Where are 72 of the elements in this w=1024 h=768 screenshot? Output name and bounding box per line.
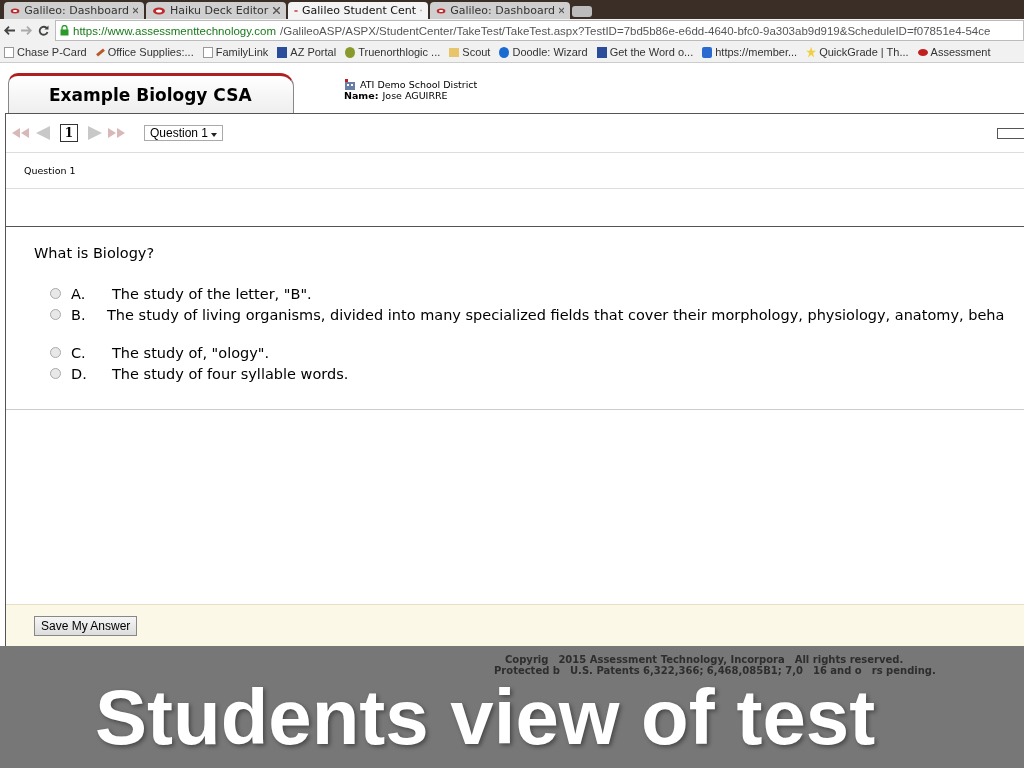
student-name: Jose AGUIRRE [382,90,448,101]
browser-tab[interactable]: Galileo: Dashboard [430,2,570,19]
bookmark-link[interactable]: Get the Word o... [596,46,694,58]
bookmark-link[interactable]: FamilyLink [202,46,269,58]
tab-title: Galileo: Dashboard [450,4,555,17]
bookmark-icon [702,46,713,58]
bookmark-icon [449,47,460,57]
answer-text: The study of four syllable words. [112,365,349,382]
bookmark-link[interactable]: Assessment [917,46,991,58]
copyright-text: 2015 Assessment Technology, Incorpora [558,654,785,665]
bookmark-link[interactable]: Chase P-Card [4,46,87,58]
answer-letter: C. [71,344,87,361]
bookmark-link[interactable]: Doodle: Wizard [499,46,588,58]
bookmark-icon [917,48,928,56]
last-icon[interactable] [108,128,126,138]
answer-text: The study of the letter, "B". [112,285,312,302]
answer-text: The study of, "ology". [112,344,270,361]
bookmark-link[interactable]: https://member... [702,46,798,58]
copyright-text: Protected b [494,665,560,676]
save-answer-button[interactable]: Save My Answer [34,615,138,636]
copyright-text: U.S. Patents 6,322,366; 6,468,085B1; 7,0 [570,665,803,676]
name-label: Name: [344,90,379,101]
tab-title: Galileo Student Cent [302,4,416,17]
tab-favicon-icon [152,5,166,16]
reload-icon[interactable] [38,25,49,36]
answer-letter: D. [71,365,88,382]
bookmark-icon [345,46,356,58]
answer-radio[interactable] [50,309,61,320]
bookmark-link[interactable]: Office Supplies:... [95,46,194,58]
district-name: ATI Demo School District [360,79,478,90]
tab-title: Galileo: Dashboard [24,4,129,17]
tab-close-icon[interactable] [132,7,138,14]
lock-icon [60,25,69,36]
first-icon[interactable] [12,128,30,138]
bookmark-icon [202,46,213,58]
page-number[interactable]: 1 [60,124,78,142]
browser-tab[interactable]: Haiku Deck Editor [146,2,286,19]
bookmark-link[interactable]: Scout [449,46,491,58]
question-dropdown[interactable]: Question 1 [144,125,224,141]
tab-close-icon[interactable] [558,7,564,14]
back-icon[interactable] [4,26,15,35]
tab-title: Haiku Deck Editor [170,4,269,17]
answer-letter: A. [71,285,87,302]
browser-tab[interactable]: Galileo Student Cent [288,2,428,19]
bookmark-link[interactable]: QuickGrade | Th... [806,46,909,58]
bookmark-link[interactable]: Truenorthlogic ... [345,46,441,58]
dropdown-caret-icon [211,133,218,137]
previous-icon[interactable] [36,126,50,140]
answer-text: The study of living organisms, divided into many specialized fields that cover their morphology, physiology, anatomy, beha [107,306,1005,323]
copyright-text: 16 and o [812,665,862,676]
answer-radio[interactable] [50,347,61,358]
bookmark-icon [596,46,607,58]
bookmark-icon [4,46,14,58]
browser-tab[interactable]: Galileo: Dashboard [4,2,144,19]
question-text: What is Biology? [34,245,156,261]
bookmark-icon [95,47,105,57]
answer-radio[interactable] [50,368,61,379]
school-icon [344,79,356,90]
copyright-text: Copyrig [505,654,549,665]
bookmark-icon [277,46,288,58]
bookmark-link[interactable]: AZ Portal [277,46,337,58]
copyright-text: rs pending. [871,665,936,676]
address-field[interactable]: https://www.assessmenttechnology.com /GalileoASP/ASPX/StudentCenter/TakeTest/TakeTest.aspx?TestID=7bd5b86e-e6dd-4640-bfc0-9a303ab9d919&ScheduleID=f07851e4-54ce [55,20,1024,41]
new-tab-button[interactable] [572,6,592,17]
question-label: Question 1 [24,165,76,176]
forward-icon[interactable] [21,26,32,35]
toolbar-button[interactable] [997,127,1024,139]
bookmark-icon [499,46,510,58]
next-icon[interactable] [88,126,102,140]
copyright-text: All rights reserved. [794,654,904,665]
answer-radio[interactable] [50,288,61,299]
tab-close-icon[interactable] [273,7,280,14]
